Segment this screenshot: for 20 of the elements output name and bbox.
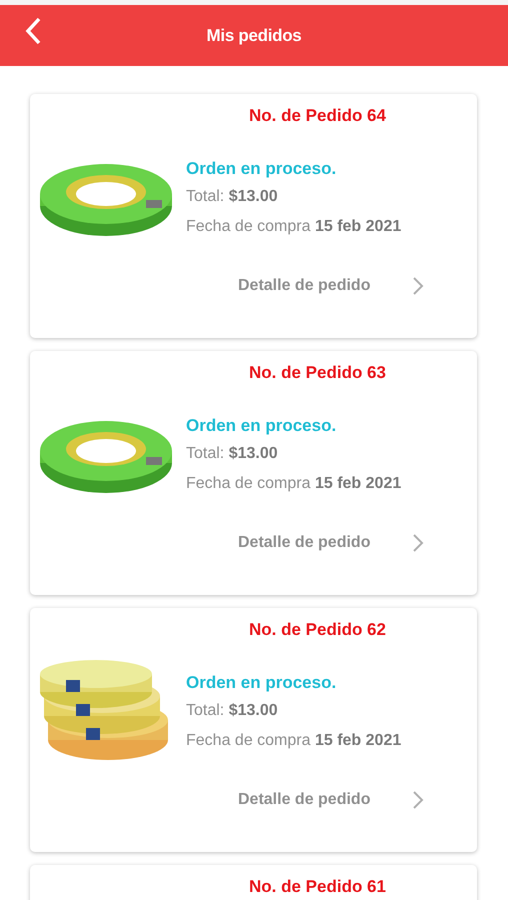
order-status: Orden en proceso. <box>186 415 338 437</box>
order-number: No. de Pedido 63 <box>249 362 387 384</box>
order-total: Total: $13.00 <box>186 444 279 464</box>
order-status: Orden en proceso. <box>186 672 338 694</box>
purchase-date: Fecha de compra 15 feb 2021 <box>186 474 402 494</box>
order-detail-link[interactable]: Detalle de pedido <box>238 531 370 555</box>
chevron-right-icon[interactable] <box>412 276 424 296</box>
order-number: No. de Pedido 64 <box>249 105 387 127</box>
order-status: Orden en proceso. <box>186 158 338 180</box>
order-total: Total: $13.00 <box>186 187 279 207</box>
page-title: Mis pedidos <box>206 24 302 47</box>
order-number: No. de Pedido 61 <box>249 876 387 898</box>
order-total: Total: $13.00 <box>186 701 279 721</box>
chevron-right-icon[interactable] <box>412 533 424 553</box>
purchase-date: Fecha de compra 15 feb 2021 <box>186 217 402 237</box>
order-detail-link[interactable]: Detalle de pedido <box>238 788 370 812</box>
chevron-right-icon[interactable] <box>412 790 424 810</box>
order-number: No. de Pedido 62 <box>249 619 387 641</box>
order-detail-link[interactable]: Detalle de pedido <box>238 274 370 298</box>
purchase-date: Fecha de compra 15 feb 2021 <box>186 731 402 751</box>
